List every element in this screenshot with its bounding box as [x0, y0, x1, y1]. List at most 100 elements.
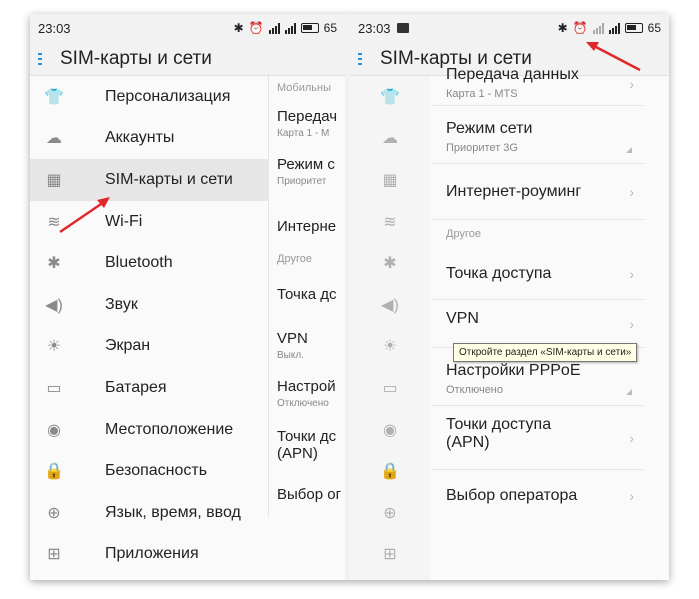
detail-item-hotspot[interactable]: Точка дс [269, 272, 345, 318]
detail-item-network-mode[interactable]: Режим сети Приоритет 3G [432, 106, 644, 164]
bluetooth-status-icon: ✱ [233, 21, 244, 35]
speaker-icon: ◀) [45, 296, 63, 314]
wifi-icon: ≋ [47, 213, 61, 231]
detail-item-data[interactable]: Передач Карта 1 - М [269, 100, 345, 148]
sidebar-item[interactable]: ◀) Звук [30, 284, 268, 326]
page-title: SIM-карты и сети [60, 47, 212, 69]
brightness-icon: ☀ [46, 338, 62, 356]
signal-icon-2 [608, 22, 620, 34]
shirt-icon: 👕 [44, 88, 64, 106]
status-time: 23:03 [358, 20, 391, 36]
sidebar-item[interactable]: ☀ Экран [30, 326, 268, 368]
chevron-right-icon: › [629, 75, 634, 92]
section-header-other: Другое [277, 253, 312, 265]
sidebar-item-label: Безопасность [105, 462, 208, 480]
battery-level: 65 [323, 21, 337, 35]
menu-icon[interactable] [358, 52, 370, 65]
detail-pane: Мобильны Передач Карта 1 - М Режим с При… [268, 76, 345, 516]
chevron-right-icon: › [629, 315, 634, 332]
detail-item-apn[interactable]: Точки доступа (APN) › [432, 406, 644, 470]
battery-icon: ▭ [46, 379, 62, 397]
section-header-mobile: Мобильны [277, 82, 331, 94]
sidebar-item-label: Местоположение [105, 420, 234, 438]
detail-item-vpn[interactable]: VPN Выкл. [269, 318, 345, 370]
location-icon: ◉ [47, 421, 61, 439]
detail-item-data[interactable]: Передача данных Карта 1 - MTS › [432, 62, 644, 106]
right-phone-screen: 23:03 ✱ ⏰ 65 SIM-карты и сети 👕 ☁ ▦ ≋ ✱ ◀) ☀ ▭ ◉… [350, 14, 669, 580]
detail-item-pppoe[interactable]: Настрой Отключено [269, 370, 345, 420]
sidebar-item-label: Wi-Fi [105, 212, 143, 230]
sidebar-item-label: Экран [105, 337, 151, 355]
apps-grid-icon: ⊞ [47, 546, 61, 564]
section-header-other: Другое [446, 228, 481, 240]
bluetooth-icon: ✱ [47, 255, 61, 273]
cloud-icon: ☁ [46, 130, 62, 148]
detail-item-vpn[interactable]: VPN › [432, 300, 644, 348]
battery-status-icon [300, 23, 319, 33]
globe-icon[interactable]: ⊕ [350, 492, 430, 534]
settings-list: 👕 Персонализация ☁ Аккаунты ▦ SIM-карты и сет… [30, 76, 268, 575]
location-icon[interactable]: ◉ [350, 409, 430, 451]
sidebar-item[interactable]: ▦ SIM-карты и сети [30, 159, 268, 201]
screenshot-frame: 23:03 ✱ ⏰ 65 SIM-карты и сети 👕 Персонали… [30, 14, 669, 580]
sidebar-item-label: SIM-карты и сети [105, 170, 233, 188]
detail-item-operator[interactable]: Выбор ог [269, 476, 345, 516]
status-bar: 23:03 ✱ ⏰ 65 [350, 14, 669, 42]
signal-icon-2 [284, 22, 296, 34]
detail-item-hotspot[interactable]: Точка доступа › [432, 248, 644, 300]
signal-icon [268, 22, 280, 34]
apps-grid-icon[interactable]: ⊞ [350, 534, 430, 576]
sim-card-icon[interactable]: ▦ [350, 159, 430, 201]
globe-icon: ⊕ [47, 504, 61, 522]
sidebar-item-label: Аккаунты [105, 129, 175, 147]
sidebar-item-label: Приложения [105, 545, 199, 563]
brightness-icon[interactable]: ☀ [350, 326, 430, 368]
sidebar-item-label: Звук [105, 295, 138, 313]
image-notification-icon [396, 23, 409, 33]
chevron-right-icon: › [629, 183, 634, 200]
sidebar-item[interactable]: ☁ Аккаунты [30, 118, 268, 160]
alarm-icon: ⏰ [572, 21, 588, 35]
signal-icon [592, 22, 604, 34]
detail-item-roaming[interactable]: Интернет-роуминг › [432, 164, 644, 220]
sidebar-item-label: Bluetooth [105, 254, 173, 272]
bluetooth-status-icon: ✱ [557, 21, 568, 35]
app-bar: SIM-карты и сети [30, 42, 345, 76]
chevron-right-icon: › [629, 265, 634, 282]
menu-icon[interactable] [38, 52, 50, 65]
detail-item-operator[interactable]: Выбор оператора › [432, 470, 644, 522]
lock-icon[interactable]: 🔒 [350, 450, 430, 492]
left-phone-screen: 23:03 ✱ ⏰ 65 SIM-карты и сети 👕 Персонали… [30, 14, 345, 580]
status-time: 23:03 [38, 20, 71, 36]
chevron-right-icon: › [629, 488, 634, 504]
bluetooth-icon[interactable]: ✱ [350, 242, 430, 284]
battery-status-icon [624, 23, 643, 33]
sidebar-item[interactable]: ⊕ Язык, время, ввод [30, 492, 268, 534]
sidebar-item[interactable]: ▭ Батарея [30, 367, 268, 409]
sidebar-item[interactable]: ◉ Местоположение [30, 409, 268, 451]
detail-item-network-mode[interactable]: Режим с Приоритет [269, 148, 345, 198]
cloud-icon[interactable]: ☁ [350, 118, 430, 160]
alarm-icon: ⏰ [248, 21, 264, 35]
detail-item-apn[interactable]: Точки дс (APN) [269, 420, 345, 476]
sidebar-item[interactable]: 🔒 Безопасность [30, 450, 268, 492]
battery-icon[interactable]: ▭ [350, 367, 430, 409]
shirt-icon[interactable]: 👕 [350, 76, 430, 118]
dropdown-corner-icon [626, 147, 632, 153]
sidebar-item-label: Персонализация [105, 87, 231, 105]
sidebar-item[interactable]: 👕 Персонализация [30, 76, 268, 118]
sidebar-item-label: Язык, время, ввод [105, 503, 241, 521]
detail-item-roaming[interactable]: Интерне [269, 198, 345, 246]
dropdown-corner-icon [626, 389, 632, 395]
sim-card-icon: ▦ [46, 171, 62, 189]
speaker-icon[interactable]: ◀) [350, 284, 430, 326]
sidebar-item[interactable]: ≋ Wi-Fi [30, 201, 268, 243]
sidebar-item[interactable]: ✱ Bluetooth [30, 242, 268, 284]
tooltip: Откройте раздел «SIM-карты и сети» [453, 343, 638, 362]
wifi-icon[interactable]: ≋ [350, 201, 430, 243]
battery-level: 65 [647, 21, 661, 35]
detail-pane: Передача данных Карта 1 - MTS › Режим се… [432, 66, 644, 522]
lock-icon: 🔒 [44, 463, 64, 481]
settings-icon-rail: 👕 ☁ ▦ ≋ ✱ ◀) ☀ ▭ ◉ 🔒 ⊕ ⊞ [350, 76, 430, 580]
sidebar-item[interactable]: ⊞ Приложения [30, 534, 268, 576]
